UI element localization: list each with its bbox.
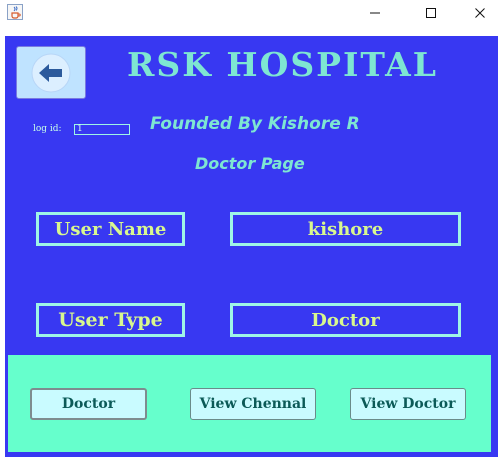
- maximize-icon: [426, 8, 436, 18]
- back-arrow-icon: [31, 53, 71, 92]
- back-button[interactable]: [16, 46, 86, 99]
- page-title: Doctor Page: [195, 154, 305, 173]
- minimize-button[interactable]: [355, 0, 395, 26]
- close-button[interactable]: [460, 0, 500, 26]
- window-titlebar: [0, 0, 503, 26]
- maximize-button[interactable]: [411, 0, 451, 26]
- close-icon: [475, 8, 485, 18]
- java-cup-icon: [7, 4, 23, 20]
- hospital-title: RSK HOSPITAL: [127, 45, 438, 84]
- user-name-value: kishore: [230, 212, 461, 246]
- user-type-label: User Type: [36, 303, 185, 337]
- log-id-field[interactable]: 1: [74, 124, 130, 135]
- doctor-button[interactable]: Doctor: [30, 388, 147, 420]
- log-id-label: log id:: [33, 124, 62, 134]
- view-chennal-button[interactable]: View Chennal: [190, 388, 316, 420]
- minimize-icon: [370, 12, 380, 14]
- founded-by-text: Founded By Kishore R: [150, 114, 360, 134]
- view-doctor-button[interactable]: View Doctor: [350, 388, 466, 420]
- user-name-label: User Name: [36, 212, 185, 246]
- user-type-value: Doctor: [230, 303, 461, 337]
